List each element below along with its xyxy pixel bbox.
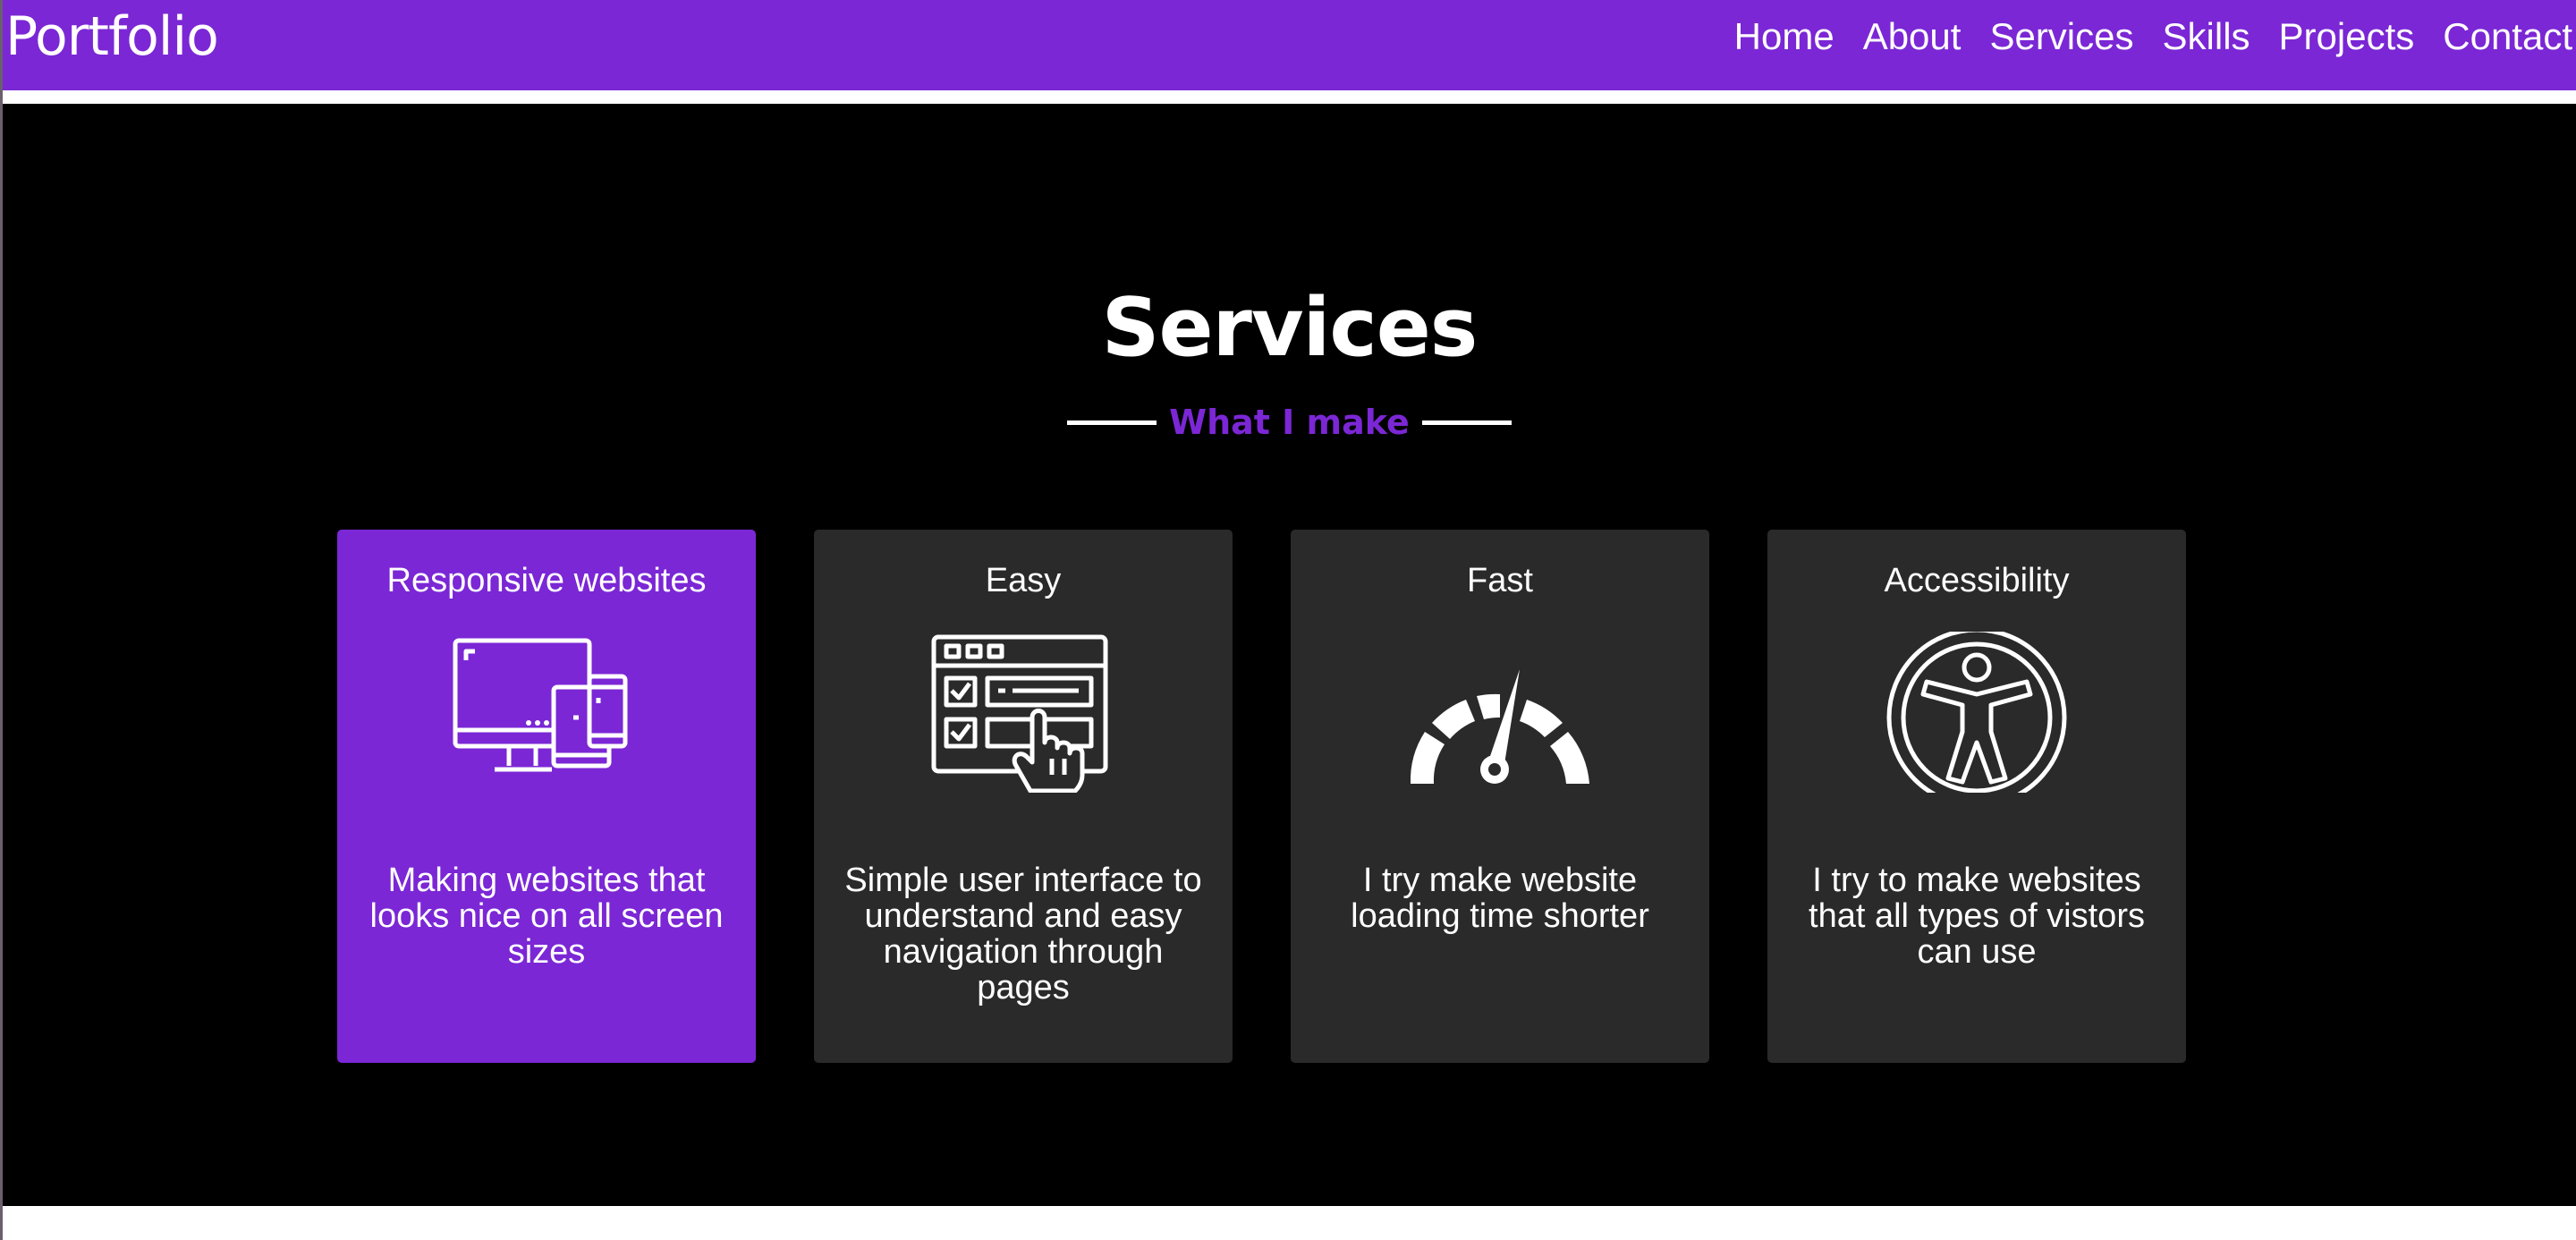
service-card-title: Responsive websites: [386, 562, 707, 599]
services-section: Services What I make Responsive websites: [3, 104, 2576, 1206]
brand-logo-text[interactable]: Portfolio: [5, 4, 219, 70]
service-card-description: I try to make websites that all types of…: [1809, 862, 2145, 971]
accessibility-icon: [1886, 632, 2067, 793]
service-card-title: Easy: [985, 562, 1062, 599]
nav-link-services[interactable]: Services: [1989, 11, 2133, 63]
nav-link-about[interactable]: About: [1863, 11, 1962, 63]
service-card-title: Fast: [1467, 562, 1533, 599]
nav-link-skills[interactable]: Skills: [2163, 11, 2250, 63]
speedometer-icon: [1410, 669, 1589, 784]
main-navigation: Home About Services Skills Projects Cont…: [1734, 11, 2572, 63]
service-card-description: Making websites that looks nice on all s…: [369, 862, 724, 971]
nav-link-contact[interactable]: Contact: [2443, 11, 2572, 63]
section-subtitle: What I make: [1169, 403, 1410, 442]
section-title: Services: [1101, 281, 1479, 375]
devices-icon: [453, 638, 628, 772]
service-card-responsive[interactable]: Responsive websites Making websites that…: [337, 530, 756, 1063]
top-navbar: Portfolio Home About Services Skills Pro…: [3, 0, 2576, 90]
nav-link-home[interactable]: Home: [1734, 11, 1835, 63]
navbar-divider: [3, 90, 2576, 104]
section-subtitle-row: What I make: [3, 399, 2576, 446]
nav-link-projects[interactable]: Projects: [2279, 11, 2415, 63]
service-card-accessibility[interactable]: Accessibility I try to make websites tha…: [1767, 530, 2186, 1063]
service-card-easy[interactable]: Easy Simple user interface to understand…: [814, 530, 1233, 1063]
interface-click-icon: [931, 634, 1108, 793]
page-bottom-area: [3, 1206, 2576, 1240]
subtitle-right-rule: [1421, 420, 1512, 425]
service-card-title: Accessibility: [1884, 562, 2070, 599]
service-card-description: Simple user interface to understand and …: [844, 862, 1202, 1006]
service-card-fast[interactable]: Fast I try make website loading time sho…: [1291, 530, 1709, 1063]
service-card-description: I try make website loading time shorter: [1351, 862, 1649, 935]
subtitle-left-rule: [1067, 420, 1157, 425]
